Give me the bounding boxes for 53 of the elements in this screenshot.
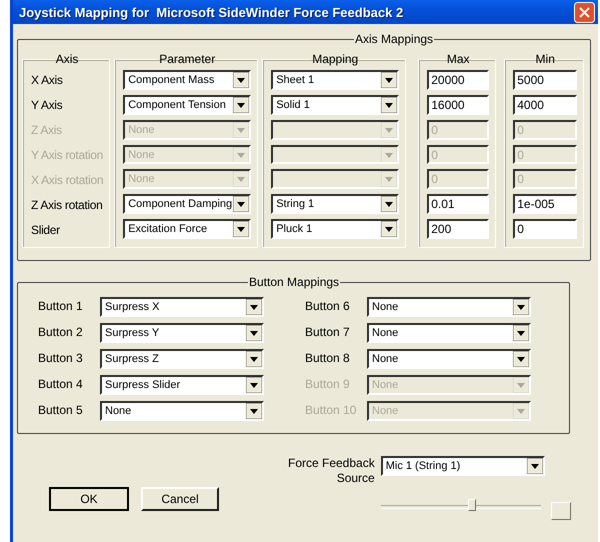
dropdown[interactable]: Solid 1 (271, 94, 400, 115)
axis-label: X Axis rotation (31, 172, 104, 189)
button-label: Button 9 (305, 376, 351, 393)
dropdown[interactable]: Surpress Z (100, 349, 264, 369)
dropdown[interactable]: Sheet 1 (271, 70, 400, 90)
max-field[interactable]: 16000 (427, 94, 490, 115)
button-label: Button 6 (305, 298, 351, 315)
column-title: Min (534, 52, 556, 66)
dropdown[interactable]: Mic 1 (String 1) (380, 456, 545, 476)
axis-label: Slider (31, 222, 61, 239)
button-label: Button 5 (38, 402, 84, 419)
dropdown[interactable]: None (100, 401, 264, 421)
dropdown[interactable]: Pluck 1 (271, 219, 400, 240)
dropdown[interactable]: String 1 (271, 194, 400, 214)
axis-label: X Axis (31, 72, 64, 89)
axis-label: Y Axis (31, 97, 64, 114)
dropdown[interactable]: Excitation Force (123, 219, 252, 240)
dropdown[interactable]: Component Damping (123, 194, 252, 214)
button-label: Button 4 (38, 376, 84, 393)
dropdown[interactable]: None (367, 323, 531, 343)
column-title: Max (446, 52, 471, 66)
min-field[interactable]: 5000 (513, 70, 578, 90)
column-title: Mapping (311, 52, 360, 66)
window-title: Joystick Mapping for Microsoft SideWinder Force Feedback 2 (19, 4, 404, 20)
column-title: Axis (54, 52, 80, 66)
axis-label: Y Axis rotation (31, 147, 104, 164)
dropdown[interactable]: Component Tension (123, 94, 252, 115)
button-label: Button 2 (38, 324, 84, 341)
min-field[interactable]: 1e-005 (513, 194, 578, 214)
dropdown[interactable]: Surpress Slider (100, 375, 264, 395)
button-label: Button 8 (305, 350, 351, 367)
dropdown[interactable]: Surpress X (100, 297, 264, 317)
ok-button[interactable]: OK (49, 487, 129, 511)
button-label: Button 10 (305, 402, 358, 419)
group-title: Axis Mappings (354, 32, 434, 46)
min-field[interactable]: 4000 (513, 94, 578, 115)
column-title: Parameter (158, 52, 216, 66)
dropdown[interactable]: Component Mass (123, 70, 252, 90)
dropdown[interactable]: None (367, 349, 531, 369)
group-title: Button Mappings (248, 275, 340, 289)
max-field[interactable]: 20000 (427, 70, 490, 90)
axis-label: Z Axis rotation (31, 197, 104, 214)
max-field[interactable]: 200 (427, 219, 490, 240)
button-label: Button 1 (38, 298, 84, 315)
axis-label: Z Axis (31, 122, 63, 139)
dropdown[interactable]: Surpress Y (100, 323, 264, 343)
cancel-button[interactable]: Cancel (141, 487, 219, 511)
button-label: Button 3 (38, 350, 84, 367)
min-field[interactable]: 0 (513, 219, 578, 240)
button-label: Button 7 (305, 324, 351, 341)
max-field[interactable]: 0.01 (427, 194, 490, 214)
dropdown[interactable]: None (367, 297, 531, 317)
field-label: Force Feedback Source (288, 456, 375, 486)
